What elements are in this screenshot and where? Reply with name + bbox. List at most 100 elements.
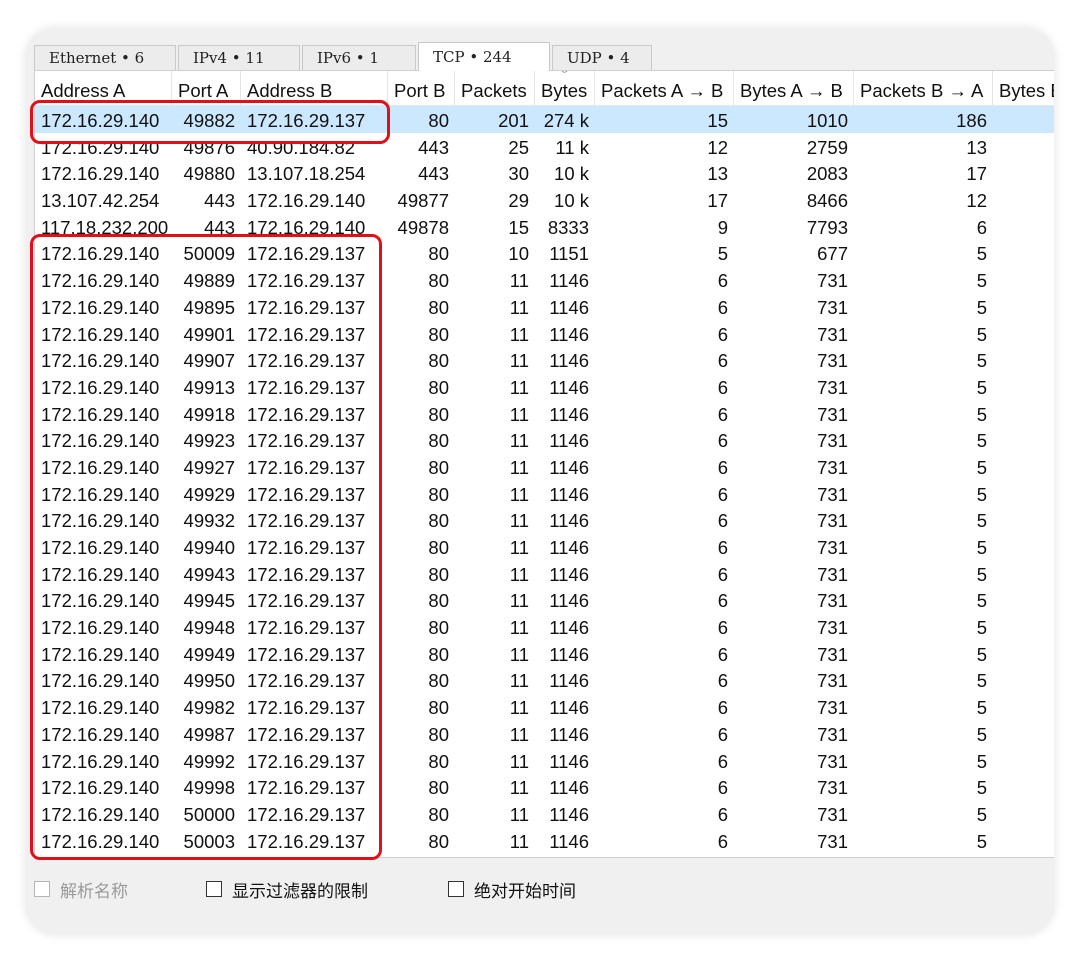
- cell-address-b: 172.16.29.137: [247, 830, 366, 852]
- cell-port-b: 49877: [397, 190, 449, 212]
- table-row[interactable]: 172.16.29.140 50009 172.16.29.137 80 10 1151 5…: [35, 239, 1054, 266]
- cell-address-b: 172.16.29.137: [247, 483, 366, 505]
- table-row[interactable]: 172.16.29.140 50003 172.16.29.137 80 11 1146 6…: [35, 827, 1054, 854]
- cell-address-b: 172.16.29.137: [247, 617, 366, 639]
- cell-port-b: 80: [428, 403, 449, 425]
- table-row[interactable]: 172.16.29.140 49889 172.16.29.137 80 11 1146 6…: [35, 266, 1054, 293]
- table-row[interactable]: 172.16.29.140 49945 172.16.29.137 80 11 1146 6…: [35, 586, 1054, 613]
- col-packets-b-to-a[interactable]: Packets B → A: [854, 71, 993, 105]
- table-row[interactable]: 172.16.29.140 49918 172.16.29.137 80 11 1146 6…: [35, 400, 1054, 427]
- cell-bytes: 1146: [549, 723, 589, 745]
- cell-packets: 15: [508, 216, 529, 238]
- cell-port-b: 80: [428, 296, 449, 318]
- table-row[interactable]: 172.16.29.140 49950 172.16.29.137 80 11 1146 6…: [35, 666, 1054, 693]
- cell-port-a: 49901: [183, 323, 235, 345]
- cell-bytes: 1146: [549, 803, 589, 825]
- cell-bytes: 1146: [549, 670, 589, 692]
- table-row[interactable]: 172.16.29.140 49929 172.16.29.137 80 11 1146 6…: [35, 480, 1054, 507]
- col-port-b[interactable]: Port B: [388, 71, 455, 105]
- cell-packets: 11: [509, 350, 529, 372]
- table-row[interactable]: 13.107.42.254 443 172.16.29.140 49877 29 10 k…: [35, 186, 1054, 213]
- cell-bytes-a-to-b: 731: [817, 323, 848, 345]
- table-row[interactable]: 172.16.29.140 49932 172.16.29.137 80 11 1146 6…: [35, 506, 1054, 533]
- table-row[interactable]: 172.16.29.140 49998 172.16.29.137 80 11 1146 6…: [35, 773, 1054, 800]
- conversation-table[interactable]: Address A Port A Address B Port B Packet…: [34, 70, 1054, 858]
- table-row[interactable]: 172.16.29.140 50000 172.16.29.137 80 11 1146 6…: [35, 800, 1054, 827]
- cell-address-b: 172.16.29.137: [247, 110, 366, 131]
- cell-bytes-a-to-b: 731: [817, 590, 848, 612]
- table-row[interactable]: 172.16.29.140 49876 40.90.184.82 443 25 11 k 1…: [35, 133, 1054, 160]
- tab-ethernet[interactable]: Ethernet • 6: [34, 45, 176, 70]
- cell-bytes: 1146: [549, 830, 589, 852]
- absolute-start-time-checkbox[interactable]: 绝对开始时间: [448, 878, 576, 901]
- table-row[interactable]: 172.16.29.140 49882 172.16.29.137 80 201 274 …: [35, 106, 1054, 133]
- table-row[interactable]: 117.18.232.200 443 172.16.29.140 49878 15 833…: [35, 213, 1054, 240]
- tab-tcp[interactable]: TCP • 244: [418, 42, 550, 71]
- cell-address-b: 172.16.29.137: [247, 537, 366, 558]
- col-packets-a-to-b[interactable]: Packets A → B: [595, 71, 734, 105]
- cell-port-a: 49929: [183, 483, 235, 505]
- cell-address-a: 172.16.29.140: [41, 670, 160, 692]
- cell-address-b: 172.16.29.137: [247, 590, 366, 612]
- cell-port-b: 80: [428, 110, 449, 131]
- col-packets[interactable]: Packets: [455, 71, 535, 105]
- cell-packets: 11: [509, 777, 529, 799]
- cell-bytes: 1146: [549, 350, 589, 372]
- cell-packets: 11: [509, 270, 529, 292]
- tab-ipv6[interactable]: IPv6 • 1: [302, 45, 416, 70]
- table-row[interactable]: 172.16.29.140 49907 172.16.29.137 80 11 1146 6…: [35, 346, 1054, 373]
- cell-port-a: 49948: [183, 617, 235, 639]
- cell-port-b: 80: [428, 243, 449, 265]
- cell-port-b: 80: [428, 537, 449, 558]
- cell-bytes: 274 k: [543, 110, 589, 131]
- table-row[interactable]: 172.16.29.140 49982 172.16.29.137 80 11 1146 6…: [35, 693, 1054, 720]
- cell-port-b: 443: [418, 136, 449, 158]
- cell-address-b: 172.16.29.137: [247, 456, 366, 478]
- table-row[interactable]: 172.16.29.140 49992 172.16.29.137 80 11 1146 6…: [35, 747, 1054, 774]
- resolve-names-checkbox[interactable]: 解析名称: [34, 878, 128, 901]
- table-row[interactable]: 172.16.29.140 49987 172.16.29.137 80 11 1146 6…: [35, 720, 1054, 747]
- cell-packets: 11: [509, 403, 529, 425]
- cell-port-b: 80: [428, 670, 449, 692]
- col-address-b[interactable]: Address B: [241, 71, 388, 105]
- col-port-a[interactable]: Port A: [172, 71, 241, 105]
- cell-packets-b-to-a: 5: [976, 430, 987, 452]
- col-address-a[interactable]: Address A: [35, 71, 172, 105]
- table-row[interactable]: 172.16.29.140 49913 172.16.29.137 80 11 1146 6…: [35, 373, 1054, 400]
- table-row[interactable]: 172.16.29.140 49940 172.16.29.137 80 11 1146 6…: [35, 533, 1054, 560]
- cell-packets: 11: [509, 590, 529, 612]
- cell-port-a: 49880: [183, 163, 235, 185]
- table-row[interactable]: 172.16.29.140 49943 172.16.29.137 80 11 1146 6…: [35, 560, 1054, 587]
- table-row[interactable]: 172.16.29.140 49927 172.16.29.137 80 11 1146 6…: [35, 453, 1054, 480]
- cell-packets: 11: [509, 323, 529, 345]
- col-bytes-b-to-a[interactable]: Bytes B: [993, 71, 1054, 105]
- cell-address-a: 117.18.232.200: [41, 216, 169, 238]
- cell-port-a: 50000: [183, 803, 235, 825]
- cell-bytes: 1146: [549, 403, 589, 425]
- cell-packets-b-to-a: 5: [976, 403, 987, 425]
- table-row[interactable]: 172.16.29.140 49923 172.16.29.137 80 11 1146 6…: [35, 426, 1054, 453]
- cell-packets-a-to-b: 6: [717, 270, 728, 292]
- tab-ipv4[interactable]: IPv4 • 11: [178, 45, 300, 70]
- table-row[interactable]: 172.16.29.140 49948 172.16.29.137 80 11 1146 6…: [35, 613, 1054, 640]
- col-bytes[interactable]: ﹀ Bytes: [535, 71, 595, 105]
- col-bytes-a-to-b[interactable]: Bytes A → B: [734, 71, 854, 105]
- cell-bytes: 11 k: [555, 136, 589, 158]
- cell-address-b: 172.16.29.137: [247, 723, 366, 745]
- cell-bytes: 10 k: [554, 190, 589, 212]
- table-row[interactable]: 172.16.29.140 49880 13.107.18.254 443 30 10 k…: [35, 159, 1054, 186]
- tab-bar: Ethernet • 6 IPv4 • 11 IPv6 • 1 TCP • 24…: [34, 42, 1054, 71]
- table-row[interactable]: 172.16.29.140 49895 172.16.29.137 80 11 1146 6…: [35, 293, 1054, 320]
- cell-address-b: 172.16.29.137: [247, 403, 366, 425]
- tab-udp[interactable]: UDP • 4: [552, 45, 652, 70]
- cell-port-b: 80: [428, 350, 449, 372]
- cell-bytes: 8333: [547, 216, 589, 238]
- table-row[interactable]: 172.16.29.140 49949 172.16.29.137 80 11 1146 6…: [35, 640, 1054, 667]
- table-row[interactable]: 172.16.29.140 49901 172.16.29.137 80 11 1146 6…: [35, 320, 1054, 347]
- cell-bytes: 1146: [549, 643, 589, 665]
- limit-to-filter-checkbox[interactable]: 显示过滤器的限制: [206, 878, 368, 901]
- cell-bytes-a-to-b: 731: [817, 537, 848, 558]
- cell-address-a: 172.16.29.140: [41, 350, 160, 372]
- cell-bytes: 1146: [549, 296, 589, 318]
- cell-packets: 11: [509, 803, 529, 825]
